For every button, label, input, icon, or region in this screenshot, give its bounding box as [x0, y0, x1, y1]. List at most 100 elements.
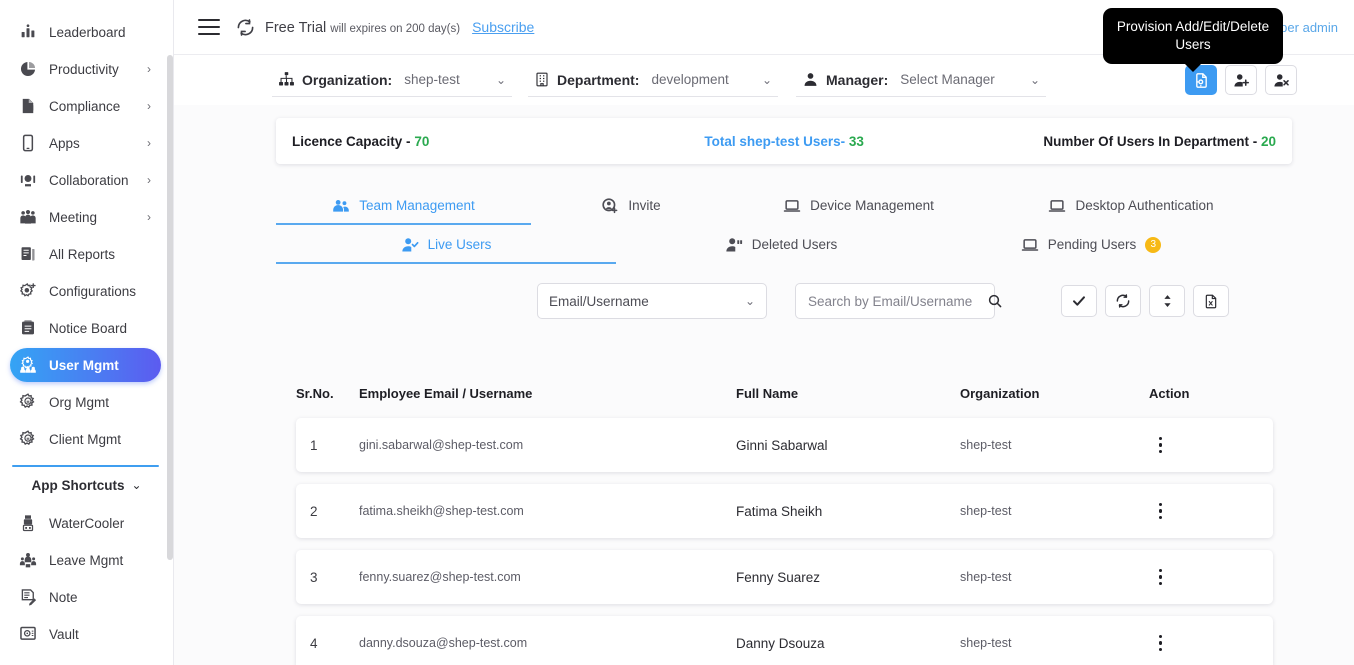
- sidebar-item-user-mgmt[interactable]: User Mgmt: [10, 348, 161, 382]
- subscribe-link[interactable]: Subscribe: [472, 19, 534, 35]
- search-input[interactable]: [806, 292, 987, 310]
- column-header-name: Full Name: [736, 385, 799, 401]
- row-actions-menu-icon[interactable]: [1149, 499, 1172, 523]
- user-mgmt-icon: [19, 355, 43, 375]
- total-users-stat[interactable]: Total shep-test Users- 33: [704, 134, 864, 149]
- cell-name: Ginni Sabarwal: [736, 437, 828, 453]
- tab-live-users[interactable]: Live Users: [276, 225, 616, 264]
- team-icon: [332, 197, 350, 215]
- sidebar-scrollbar[interactable]: [167, 55, 173, 560]
- table-row[interactable]: 3 fenny.suarez@shep-test.com Fenny Suarez s…: [296, 550, 1273, 604]
- table-header-row: Sr.No. Employee Email / Username Full Na…: [296, 380, 1273, 406]
- department-filter-label: Department:: [557, 71, 640, 88]
- sidebar-item-label: Leaderboard: [49, 24, 126, 40]
- sidebar-nav-list: Leaderboard Productivity › Compliance › Apps ›…: [0, 0, 173, 456]
- department-users-value: 20: [1260, 133, 1276, 149]
- sidebar-item-label: Configurations: [49, 283, 137, 299]
- table-row[interactable]: 1 gini.sabarwal@shep-test.com Ginni Sabarw…: [296, 418, 1273, 472]
- magnifier-icon[interactable]: [987, 293, 1003, 309]
- cell-srno: 2: [310, 503, 318, 519]
- gear-plus-icon: [19, 281, 43, 301]
- department-filter[interactable]: Department: development ⌄: [528, 63, 778, 97]
- tab-desktop-authentication[interactable]: Desktop Authentication: [986, 186, 1276, 225]
- tab-label: Team Management: [359, 198, 475, 213]
- cell-action: [1149, 433, 1269, 457]
- user-deleted-icon: [725, 236, 743, 254]
- sidebar-item-productivity[interactable]: Productivity ›: [10, 52, 161, 86]
- laptop-icon: [1021, 236, 1039, 254]
- tab-pending-users[interactable]: Pending Users 3: [946, 225, 1236, 264]
- row-actions-menu-icon[interactable]: [1149, 631, 1172, 655]
- meeting-people-icon: [19, 207, 43, 227]
- sidebar-shortcut-label: Note: [49, 589, 78, 605]
- sidebar-shortcut-leave-mgmt[interactable]: Leave Mgmt: [10, 543, 161, 577]
- sidebar-shortcut-vault[interactable]: Vault: [10, 617, 161, 651]
- sidebar-item-meeting[interactable]: Meeting ›: [10, 200, 161, 234]
- sort-button[interactable]: [1149, 285, 1185, 317]
- tab-label: Device Management: [810, 198, 934, 213]
- sidebar-item-all-reports[interactable]: All Reports: [10, 237, 161, 271]
- building-icon: [534, 71, 550, 88]
- compliance-doc-icon: [19, 96, 43, 116]
- export-excel-button[interactable]: [1193, 285, 1229, 317]
- sidebar-item-notice-board[interactable]: Notice Board: [10, 311, 161, 345]
- sidebar-item-org-mgmt[interactable]: Org Mgmt: [10, 385, 161, 419]
- delete-user-button[interactable]: [1265, 65, 1297, 95]
- tab-label: Pending Users: [1047, 237, 1137, 252]
- search-field-select-value: Email/Username: [549, 293, 649, 309]
- search-box[interactable]: [795, 283, 1002, 319]
- water-cooler-icon: [19, 513, 43, 533]
- manager-filter[interactable]: Manager: Select Manager ⌄: [796, 63, 1046, 97]
- tabs-section: Team Management Invite Device Management De…: [276, 186, 1292, 264]
- tabs-row-secondary: Live Users Deleted Users Pending Users 3: [276, 225, 1292, 264]
- tab-label: Desktop Authentication: [1075, 198, 1214, 213]
- row-actions-menu-icon[interactable]: [1149, 565, 1172, 589]
- reports-icon: [19, 244, 43, 264]
- row-actions-menu-icon[interactable]: [1149, 433, 1172, 457]
- department-users-label: Number Of Users In Department -: [1043, 133, 1261, 149]
- sidebar-item-client-mgmt[interactable]: Client Mgmt: [10, 422, 161, 456]
- app-shortcuts-header[interactable]: App Shortcuts ⌄: [0, 467, 173, 503]
- table-row[interactable]: 4 danny.dsouza@shep-test.com Danny Dsouza s…: [296, 616, 1273, 665]
- sidebar-item-apps[interactable]: Apps ›: [10, 126, 161, 160]
- cell-srno: 3: [310, 569, 318, 585]
- sidebar-item-collaboration[interactable]: Collaboration ›: [10, 163, 161, 197]
- mobile-phone-icon: [19, 133, 43, 153]
- licence-capacity-label: Licence Capacity -: [292, 133, 415, 149]
- cell-name: Fatima Sheikh: [736, 503, 823, 519]
- tab-team-management[interactable]: Team Management: [276, 186, 531, 225]
- org-gear-icon: [19, 392, 43, 412]
- chevron-right-icon: ›: [147, 99, 151, 113]
- status-badge: 3: [1145, 236, 1162, 253]
- cell-action: [1149, 499, 1269, 523]
- sidebar-shortcut-watercooler[interactable]: WaterCooler: [10, 506, 161, 540]
- organization-filter[interactable]: Organization: shep-test ⌄: [272, 63, 512, 97]
- stats-bar: Licence Capacity - 70 Total shep-test Us…: [276, 118, 1292, 164]
- hamburger-menu-icon[interactable]: [198, 19, 220, 35]
- tab-label: Deleted Users: [751, 237, 838, 252]
- collaboration-icon: [19, 170, 43, 190]
- refresh-button[interactable]: [1105, 285, 1141, 317]
- cell-email: danny.dsouza@shep-test.com: [359, 636, 528, 650]
- apply-check-button[interactable]: [1061, 285, 1097, 317]
- sidebar-item-compliance[interactable]: Compliance ›: [10, 89, 161, 123]
- sidebar-shortcut-note[interactable]: Note: [10, 580, 161, 614]
- tab-device-management[interactable]: Device Management: [731, 186, 986, 225]
- cell-action: [1149, 631, 1269, 655]
- sidebar-item-label: Productivity: [49, 61, 119, 77]
- users-table: Sr.No. Employee Email / Username Full Na…: [296, 380, 1273, 665]
- tab-invite[interactable]: Invite: [531, 186, 731, 225]
- trial-title: Free Trial: [265, 19, 327, 36]
- table-row[interactable]: 2 fatima.sheikh@shep-test.com Fatima Sheik…: [296, 484, 1273, 538]
- tab-label: Live Users: [427, 237, 492, 252]
- search-field-select[interactable]: Email/Username ⌄: [537, 283, 767, 319]
- leave-mgmt-icon: [19, 550, 43, 570]
- sidebar-item-label: Apps: [49, 135, 80, 151]
- column-header-action: Action: [1149, 385, 1190, 401]
- chevron-down-icon: ⌄: [1029, 72, 1040, 87]
- add-user-button[interactable]: [1225, 65, 1257, 95]
- sidebar-item-configurations[interactable]: Configurations: [10, 274, 161, 308]
- cell-org: shep-test: [960, 438, 1012, 452]
- tab-deleted-users[interactable]: Deleted Users: [616, 225, 946, 264]
- sidebar-item-leaderboard[interactable]: Leaderboard: [10, 15, 161, 49]
